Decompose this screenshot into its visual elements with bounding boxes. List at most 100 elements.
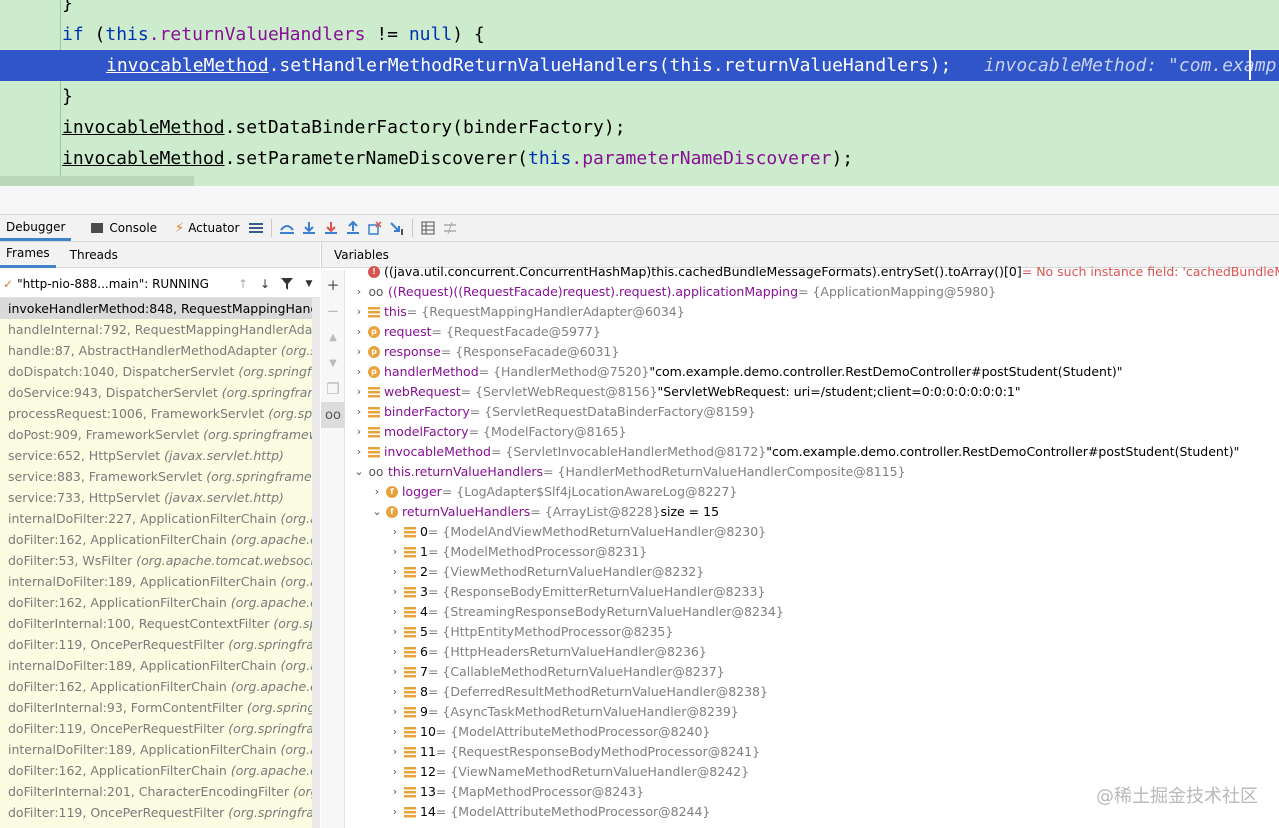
variable-row[interactable]: › this = {RequestMappingHandlerAdapter@60… [352, 302, 685, 322]
variable-row[interactable]: › 13 = {MapMethodProcessor@8243} [388, 782, 644, 802]
chevron-right-icon[interactable]: › [352, 362, 366, 382]
variable-row[interactable]: › oo ((Request)((RequestFacade)request).re… [352, 282, 996, 302]
chevron-right-icon[interactable]: › [388, 662, 402, 682]
arrow-up-icon[interactable]: ↑ [232, 273, 254, 295]
stack-frame[interactable]: internalDoFilter:189, ApplicationFilterC… [0, 655, 319, 676]
chevron-down-icon[interactable]: ⌄ [370, 502, 384, 522]
code-line[interactable]: } [0, 0, 1279, 19]
code-editor[interactable]: } if (this.returnValueHandlers != null) … [0, 0, 1279, 186]
variable-row[interactable]: › 12 = {ViewNameMethodReturnValueHandler@… [388, 762, 749, 782]
variable-row[interactable]: ⌄ oo this.returnValueHandlers = {HandlerMe… [352, 462, 905, 482]
variable-row[interactable]: › p request = {RequestFacade@5977} [352, 322, 601, 342]
trace-icon[interactable] [439, 217, 461, 239]
variable-row[interactable]: › p handlerMethod = {HandlerMethod@7520} "… [352, 362, 1123, 382]
stack-frame[interactable]: doService:943, DispatcherServlet (org.sp… [0, 382, 319, 403]
stack-frame[interactable]: service:883, FrameworkServlet (org.sprin… [0, 466, 319, 487]
stack-frame[interactable]: doFilterInternal:201, CharacterEncodingF… [0, 781, 319, 802]
chevron-right-icon[interactable]: › [370, 482, 384, 502]
chevron-right-icon[interactable]: › [352, 322, 366, 342]
chevron-right-icon[interactable]: › [388, 582, 402, 602]
code-line[interactable]: invocableMethod.setParameterNameDiscover… [0, 143, 1279, 174]
chevron-right-icon[interactable]: › [352, 302, 366, 322]
variable-row[interactable]: › 14 = {ModelAttributeMethodProcessor@824… [388, 802, 711, 822]
force-step-into-icon[interactable] [320, 217, 342, 239]
chevron-right-icon[interactable]: › [388, 562, 402, 582]
chevron-right-icon[interactable]: › [388, 602, 402, 622]
stack-frame[interactable]: doFilter:119, OncePerRequestFilter (org.… [0, 802, 319, 823]
stack-frame[interactable]: doFilter:53, WsFilter (org.apache.tomcat… [0, 550, 319, 571]
stack-frame[interactable]: processRequest:1006, FrameworkServlet (o… [0, 403, 319, 424]
tab-frames[interactable]: Frames [0, 242, 56, 268]
chevron-right-icon[interactable]: › [388, 762, 402, 782]
stack-frame[interactable]: service:733, HttpServlet (javax.servlet.… [0, 487, 319, 508]
step-out-icon[interactable] [342, 217, 364, 239]
minus-icon[interactable]: − [321, 298, 345, 324]
stack-frame[interactable]: doDispatch:1040, DispatcherServlet (org.… [0, 361, 319, 382]
step-over-icon[interactable] [276, 217, 298, 239]
variable-row[interactable]: › 8 = {DeferredResultMethodReturnValueHan… [388, 682, 768, 702]
step-into-icon[interactable] [298, 217, 320, 239]
code-line[interactable]: } [0, 81, 1279, 112]
stack-frame[interactable]: doPost:909, FrameworkServlet (org.spring… [0, 424, 319, 445]
variable-row[interactable]: › 10 = {ModelAttributeMethodProcessor@824… [388, 722, 711, 742]
stack-frame[interactable]: internalDoFilter:189, ApplicationFilterC… [0, 571, 319, 592]
stack-frame[interactable]: service:652, HttpServlet (javax.servlet.… [0, 445, 319, 466]
variable-row[interactable]: › 6 = {HttpHeadersReturnValueHandler@8236… [388, 642, 707, 662]
variable-row[interactable]: › 2 = {ViewMethodReturnValueHandler@8232} [388, 562, 704, 582]
frames-scrollbar[interactable] [312, 298, 320, 828]
variable-row[interactable]: › 4 = {StreamingResponseBodyReturnValueHa… [388, 602, 784, 622]
tab-actuator[interactable]: ⚡ Actuator [169, 215, 245, 241]
stack-frame[interactable]: doFilter:162, ApplicationFilterChain (or… [0, 760, 319, 781]
chevron-right-icon[interactable]: › [388, 682, 402, 702]
variable-row[interactable]: › 5 = {HttpEntityMethodProcessor@8235} [388, 622, 674, 642]
stack-frame[interactable]: invokeHandlerMethod:848, RequestMappingH… [0, 298, 319, 319]
stack-frame[interactable]: doFilterInternal:93, FormContentFilter (… [0, 697, 319, 718]
stack-frame[interactable]: doFilter:162, ApplicationFilterChain (or… [0, 676, 319, 697]
menu-icon[interactable] [245, 217, 267, 239]
chevron-right-icon[interactable]: › [388, 702, 402, 722]
chevron-right-icon[interactable]: › [352, 342, 366, 362]
tab-debugger[interactable]: Debugger [0, 215, 72, 241]
variable-row[interactable]: › binderFactory = {ServletRequestDataBind… [352, 402, 756, 422]
stack-frame[interactable]: handle:87, AbstractHandlerMethodAdapter … [0, 340, 319, 361]
tab-console[interactable]: Console [85, 215, 163, 241]
stack-frame[interactable]: doFilter:162, ApplicationFilterChain (or… [0, 592, 319, 613]
chevron-right-icon[interactable]: › [388, 742, 402, 762]
chevron-right-icon[interactable]: › [352, 442, 366, 462]
stack-frame[interactable]: handleInternal:792, RequestMappingHandle… [0, 319, 319, 340]
chevron-right-icon[interactable]: › [388, 722, 402, 742]
variable-row[interactable]: › f logger = {LogAdapter$Slf4jLocationAwar… [370, 482, 737, 502]
stack-frame[interactable]: doFilter:162, ApplicationFilterChain (or… [0, 529, 319, 550]
variable-row[interactable]: › 11 = {RequestResponseBodyMethodProcesso… [388, 742, 760, 762]
variable-row[interactable]: › invocableMethod = {ServletInvocableHand… [352, 442, 1240, 462]
tab-variables[interactable]: Variables [322, 248, 401, 262]
code-line[interactable]: if (this.returnValueHandlers != null) { [0, 19, 1279, 50]
variable-row[interactable]: › webRequest = {ServletWebRequest@8156} "… [352, 382, 1021, 402]
chevron-right-icon[interactable]: › [388, 522, 402, 542]
chevron-right-icon[interactable]: › [388, 802, 402, 822]
stack-frame[interactable]: doFilterInternal:100, RequestContextFilt… [0, 613, 319, 634]
arrow-down-icon[interactable]: ↓ [254, 273, 276, 295]
chevron-right-icon[interactable]: › [388, 622, 402, 642]
watches-icon[interactable]: oo [321, 402, 345, 428]
stack-frame[interactable]: doFilter:119, OncePerRequestFilter (org.… [0, 634, 319, 655]
chevron-right-icon[interactable]: › [352, 402, 366, 422]
copy-icon[interactable]: ❐ [321, 376, 345, 402]
chevron-right-icon[interactable]: › [352, 382, 366, 402]
variable-row[interactable]: ! ((java.util.concurrent.ConcurrentHashMa… [352, 262, 1279, 282]
filter-icon[interactable] [276, 273, 298, 295]
variable-row[interactable]: › modelFactory = {ModelFactory@8165} [352, 422, 627, 442]
variable-row[interactable]: › 0 = {ModelAndViewMethodReturnValueHandl… [388, 522, 766, 542]
chevron-right-icon[interactable]: › [352, 422, 366, 442]
add-icon[interactable]: + [321, 272, 345, 298]
variable-row[interactable]: › 3 = {ResponseBodyEmitterReturnValueHand… [388, 582, 766, 602]
move-up-icon[interactable]: ▲ [321, 324, 345, 350]
dropdown-icon[interactable]: ▼ [298, 273, 320, 295]
chevron-right-icon[interactable]: › [388, 542, 402, 562]
run-to-cursor-icon[interactable] [386, 217, 408, 239]
stack-frame[interactable]: internalDoFilter:189, ApplicationFilterC… [0, 739, 319, 760]
tab-threads[interactable]: Threads [64, 242, 124, 268]
variable-row[interactable]: ⌄ f returnValueHandlers = {ArrayList@8228}… [370, 502, 719, 522]
drop-frame-icon[interactable] [364, 217, 386, 239]
evaluate-expression-icon[interactable] [417, 217, 439, 239]
